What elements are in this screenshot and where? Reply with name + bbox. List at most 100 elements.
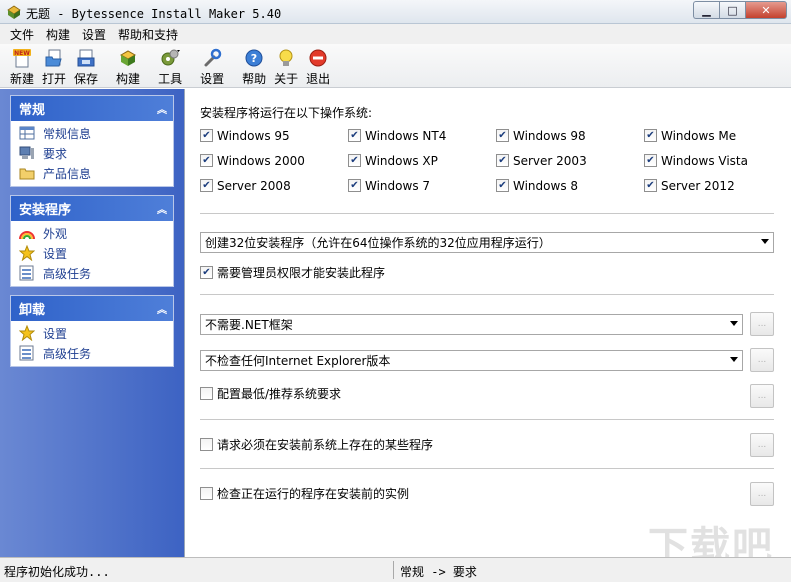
os-checkbox-windows-vista[interactable]: Windows Vista bbox=[644, 152, 791, 169]
sidebar-item-product-info[interactable]: 产品信息 bbox=[11, 163, 173, 183]
sidebar-item-installer-settings[interactable]: 设置 bbox=[11, 243, 173, 263]
menu-file[interactable]: 文件 bbox=[4, 26, 40, 43]
settings-button[interactable]: 设置 bbox=[200, 44, 224, 87]
build-button[interactable]: 构建 bbox=[116, 44, 140, 87]
checkbox[interactable] bbox=[644, 154, 657, 167]
running-instances-button[interactable]: ... bbox=[750, 482, 774, 506]
window-controls: ▁ □ ✕ bbox=[693, 1, 787, 19]
minimize-button[interactable]: ▁ bbox=[693, 1, 719, 19]
chevron-up-icon[interactable]: ︽ bbox=[157, 301, 167, 316]
checkbox[interactable] bbox=[200, 438, 213, 451]
star-icon bbox=[19, 245, 35, 261]
exit-button[interactable]: 退出 bbox=[306, 44, 330, 87]
menu-help[interactable]: 帮助和支持 bbox=[112, 26, 184, 43]
os-checkbox-windows-7[interactable]: Windows 7 bbox=[348, 177, 496, 194]
checkbox[interactable] bbox=[644, 179, 657, 192]
menu-settings[interactable]: 设置 bbox=[76, 26, 112, 43]
checkbox[interactable] bbox=[200, 487, 213, 500]
sidebar-group-header[interactable]: 卸载 ︽ bbox=[11, 296, 173, 321]
checkbox[interactable] bbox=[644, 129, 657, 142]
min-requirements-button[interactable]: ... bbox=[750, 384, 774, 408]
sidebar-group-header[interactable]: 安装程序 ︽ bbox=[11, 196, 173, 221]
sidebar-item-appearance[interactable]: 外观 bbox=[11, 223, 173, 243]
arch-select[interactable]: 创建32位安装程序（允许在64位操作系统的32位应用程序运行） bbox=[200, 232, 774, 253]
sidebar-item-installer-advanced-tasks[interactable]: 高级任务 bbox=[11, 263, 173, 283]
dropdown-arrow-icon[interactable] bbox=[730, 321, 738, 326]
os-checkbox-server-2012[interactable]: Server 2012 bbox=[644, 177, 791, 194]
os-checkbox-windows-8[interactable]: Windows 8 bbox=[496, 177, 644, 194]
checkbox[interactable] bbox=[348, 129, 361, 142]
sidebar-group-general: 常规 ︽ 常规信息 要求 产品信息 bbox=[10, 95, 174, 187]
sidebar-group-header[interactable]: 常规 ︽ bbox=[11, 96, 173, 121]
prerequisites-checkbox[interactable]: 请求必须在安装前系统上存在的某些程序 bbox=[200, 436, 433, 453]
stop-icon bbox=[309, 49, 327, 67]
chevron-up-icon[interactable]: ︽ bbox=[157, 201, 167, 216]
status-message: 程序初始化成功... bbox=[4, 565, 110, 579]
maximize-button[interactable]: □ bbox=[719, 1, 745, 19]
folder-icon bbox=[19, 168, 35, 180]
min-requirements-checkbox[interactable]: 配置最低/推荐系统要求 bbox=[200, 385, 341, 402]
os-checkbox-windows-xp[interactable]: Windows XP bbox=[348, 152, 496, 169]
build-icon bbox=[120, 50, 137, 66]
sidebar-group-uninstall: 卸载 ︽ 设置 高级任务 bbox=[10, 295, 174, 367]
table-icon bbox=[19, 126, 35, 140]
new-button[interactable]: NEW 新建 bbox=[10, 44, 34, 87]
dotnet-options-button[interactable]: ... bbox=[750, 312, 774, 336]
arch-select-value: 创建32位安装程序（允许在64位操作系统的32位应用程序运行） bbox=[205, 236, 551, 250]
checkbox[interactable] bbox=[496, 179, 509, 192]
checkbox[interactable] bbox=[200, 179, 213, 192]
open-button[interactable]: 打开 bbox=[42, 44, 66, 87]
admin-required-checkbox[interactable]: 需要管理员权限才能安装此程序 bbox=[200, 264, 385, 281]
status-divider bbox=[393, 561, 394, 579]
os-checkbox-windows-nt4[interactable]: Windows NT4 bbox=[348, 127, 496, 144]
sidebar-item-uninstall-advanced-tasks[interactable]: 高级任务 bbox=[11, 343, 173, 363]
new-document-icon: NEW bbox=[13, 49, 31, 68]
checkbox[interactable] bbox=[200, 266, 213, 279]
divider bbox=[200, 294, 774, 295]
ie-options-button[interactable]: ... bbox=[750, 348, 774, 372]
task-list-icon bbox=[19, 265, 34, 281]
ie-select[interactable]: 不检查任何Internet Explorer版本 bbox=[200, 350, 743, 371]
os-checkbox-windows-98[interactable]: Windows 98 bbox=[496, 127, 644, 144]
prerequisites-button[interactable]: ... bbox=[750, 433, 774, 457]
wrench-icon bbox=[204, 48, 222, 67]
dropdown-arrow-icon[interactable] bbox=[730, 357, 738, 362]
checkbox[interactable] bbox=[496, 129, 509, 142]
new-label: 新建 bbox=[10, 72, 35, 86]
running-instances-checkbox[interactable]: 检查正在运行的程序在安装前的实例 bbox=[200, 485, 409, 502]
menu-build[interactable]: 构建 bbox=[40, 26, 76, 43]
checkbox[interactable] bbox=[200, 129, 213, 142]
sidebar-item-requirements[interactable]: 要求 bbox=[11, 143, 173, 163]
exit-label: 退出 bbox=[306, 72, 331, 86]
sidebar-item-uninstall-settings[interactable]: 设置 bbox=[11, 323, 173, 343]
about-button[interactable]: 关于 bbox=[274, 44, 298, 87]
tools-button[interactable]: 工具 bbox=[158, 44, 182, 87]
computer-icon bbox=[19, 146, 34, 159]
close-button[interactable]: ✕ bbox=[745, 1, 787, 19]
divider bbox=[200, 468, 774, 469]
os-checkbox-grid: Windows 95 Windows NT4 Windows 98 Window… bbox=[200, 127, 780, 194]
checkbox[interactable] bbox=[200, 154, 213, 167]
dropdown-arrow-icon[interactable] bbox=[761, 239, 769, 244]
help-button[interactable]: ? 帮助 bbox=[242, 44, 266, 87]
os-checkbox-windows-95[interactable]: Windows 95 bbox=[200, 127, 348, 144]
checkbox[interactable] bbox=[348, 179, 361, 192]
svg-text:?: ? bbox=[251, 52, 257, 65]
lightbulb-icon bbox=[279, 49, 293, 66]
checkbox[interactable] bbox=[200, 387, 213, 400]
os-checkbox-windows-2000[interactable]: Windows 2000 bbox=[200, 152, 348, 169]
checkbox[interactable] bbox=[496, 154, 509, 167]
save-button[interactable]: 保存 bbox=[74, 44, 98, 87]
dotnet-select[interactable]: 不需要.NET框架 bbox=[200, 314, 743, 335]
divider bbox=[200, 419, 774, 420]
sidebar-item-general-info[interactable]: 常规信息 bbox=[11, 123, 173, 143]
os-checkbox-windows-me[interactable]: Windows Me bbox=[644, 127, 791, 144]
save-label: 保存 bbox=[74, 72, 99, 86]
os-checkbox-server-2003[interactable]: Server 2003 bbox=[496, 152, 644, 169]
sidebar-group-title: 常规 bbox=[19, 103, 46, 118]
about-label: 关于 bbox=[274, 72, 299, 86]
checkbox[interactable] bbox=[348, 154, 361, 167]
chevron-up-icon[interactable]: ︽ bbox=[157, 101, 167, 116]
status-location: 常规 -> 要求 bbox=[400, 565, 477, 579]
os-checkbox-server-2008[interactable]: Server 2008 bbox=[200, 177, 348, 194]
